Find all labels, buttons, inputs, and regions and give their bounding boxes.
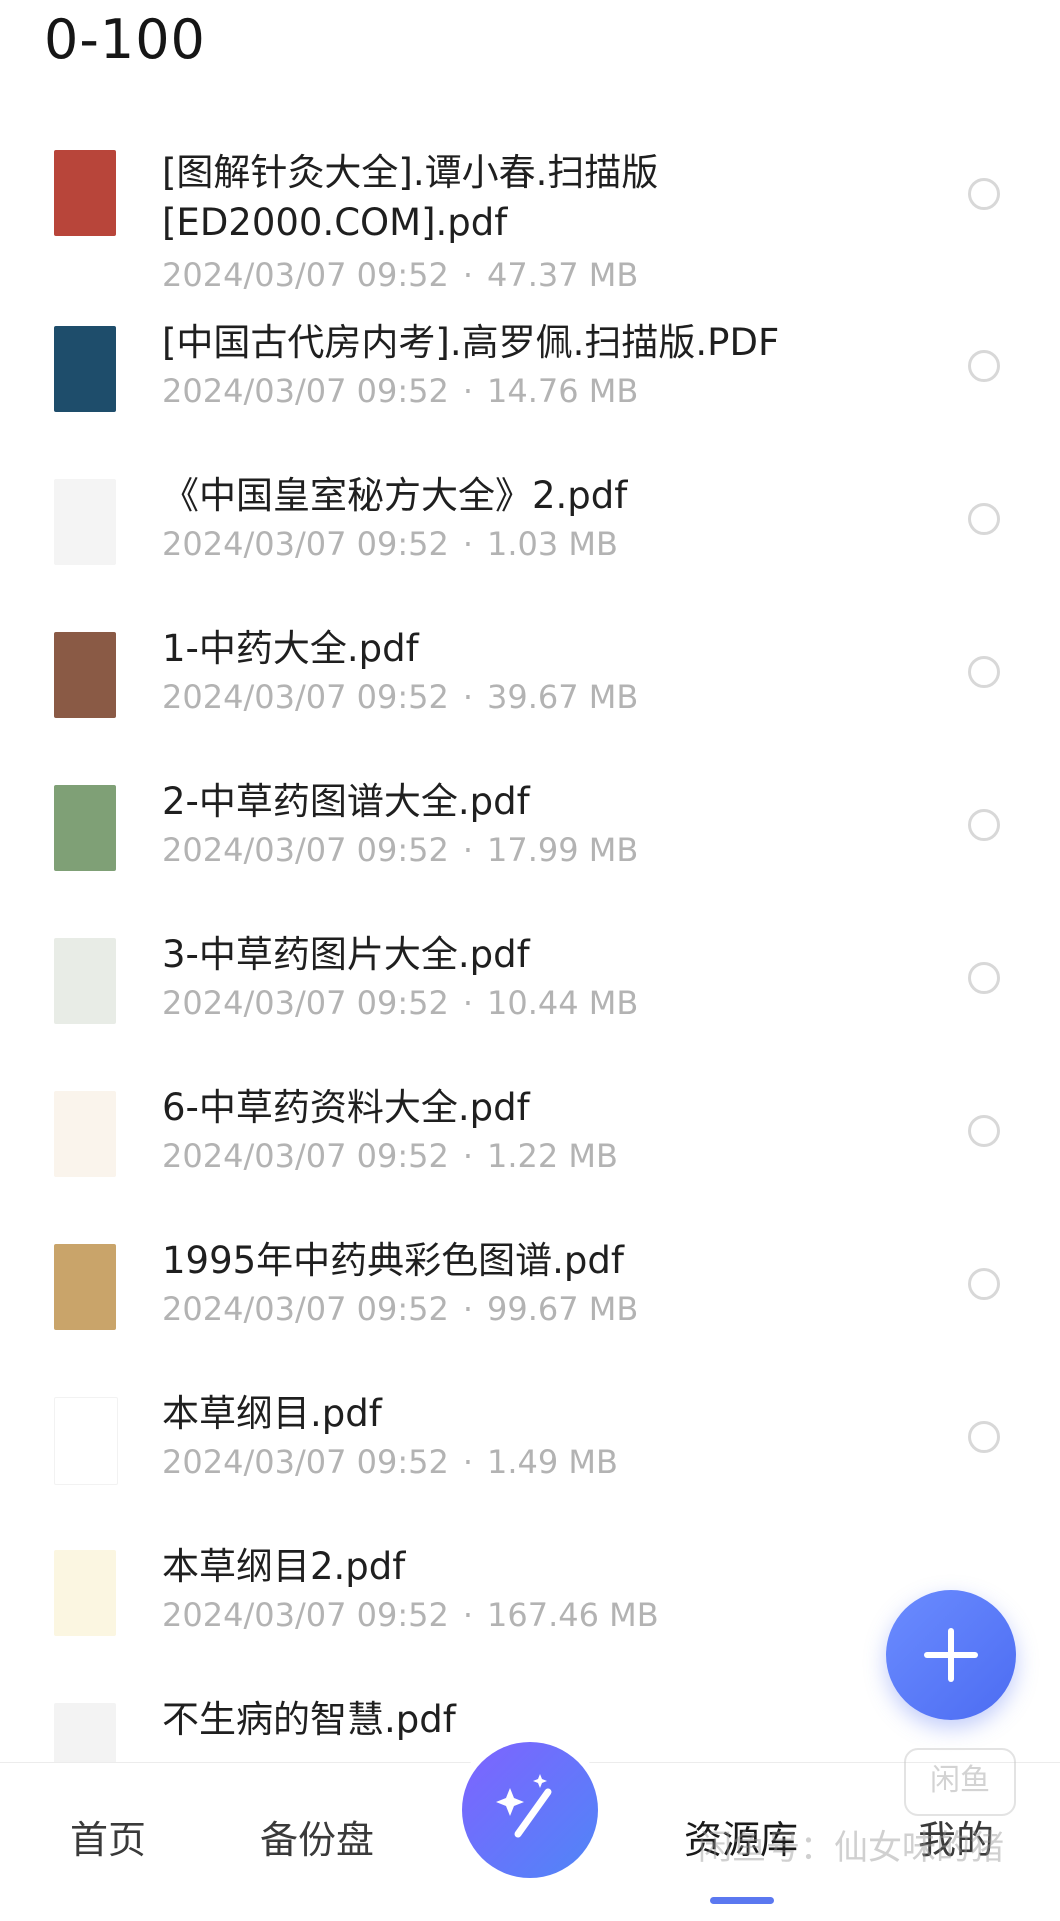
select-radio[interactable] bbox=[968, 503, 1000, 535]
file-meta: 2024/03/07 09:52 · 1.22 MB bbox=[162, 1137, 618, 1175]
file-name: 1-中药大全.pdf bbox=[162, 627, 419, 670]
file-date: 2024/03/07 09:52 bbox=[162, 256, 449, 294]
file-size: 1.22 MB bbox=[487, 1137, 618, 1175]
list-item[interactable]: 本草纲目.pdf 2024/03/07 09:52 · 1.49 MB bbox=[0, 1371, 1060, 1524]
file-meta: 2024/03/07 09:52 · 14.76 MB bbox=[162, 372, 639, 410]
file-thumbnail bbox=[54, 150, 116, 236]
select-radio[interactable] bbox=[968, 656, 1000, 688]
file-date: 2024/03/07 09:52 bbox=[162, 678, 449, 716]
file-thumbnail bbox=[54, 632, 116, 718]
file-name: 1995年中药典彩色图谱.pdf bbox=[162, 1239, 624, 1282]
file-meta: 2024/03/07 09:52 · 99.67 MB bbox=[162, 1290, 639, 1328]
file-meta: 2024/03/07 09:52 · 167.46 MB bbox=[162, 1596, 659, 1634]
file-name: 3-中草药图片大全.pdf bbox=[162, 933, 530, 976]
select-radio[interactable] bbox=[968, 962, 1000, 994]
file-date: 2024/03/07 09:52 bbox=[162, 1596, 449, 1634]
file-date: 2024/03/07 09:52 bbox=[162, 1137, 449, 1175]
file-size: 14.76 MB bbox=[487, 372, 639, 410]
file-name: [图解针灸大全].谭小春.扫描版[ED2000.COM].pdf bbox=[162, 151, 659, 244]
magic-wand-icon bbox=[496, 1774, 552, 1838]
file-thumbnail bbox=[54, 1550, 116, 1636]
file-size: 17.99 MB bbox=[487, 831, 639, 869]
list-item[interactable]: 《中国皇室秘方大全》2.pdf 2024/03/07 09:52 · 1.03 MB bbox=[0, 453, 1060, 606]
select-radio[interactable] bbox=[968, 1115, 1000, 1147]
list-item[interactable]: 1-中药大全.pdf 2024/03/07 09:52 · 39.67 MB bbox=[0, 606, 1060, 759]
magic-wand-button[interactable] bbox=[462, 1742, 598, 1878]
nav-backup[interactable]: 备份盘 bbox=[260, 1809, 374, 1864]
file-meta: 2024/03/07 09:52 · 17.99 MB bbox=[162, 831, 639, 869]
file-date: 2024/03/07 09:52 bbox=[162, 984, 449, 1022]
file-thumbnail bbox=[54, 479, 116, 565]
file-date: 2024/03/07 09:52 bbox=[162, 1443, 449, 1481]
file-meta: 2024/03/07 09:52 · 39.67 MB bbox=[162, 678, 639, 716]
file-meta: 2024/03/07 09:52 · 1.03 MB bbox=[162, 525, 618, 563]
select-radio[interactable] bbox=[968, 178, 1000, 210]
file-meta: 2024/03/07 09:52 · 1.49 MB bbox=[162, 1443, 618, 1481]
list-item[interactable]: 6-中草药资料大全.pdf 2024/03/07 09:52 · 1.22 MB bbox=[0, 1065, 1060, 1218]
active-tab-indicator bbox=[710, 1897, 774, 1904]
file-thumbnail bbox=[54, 1244, 116, 1330]
file-name: [中国古代房内考].高罗佩.扫描版.PDF bbox=[162, 321, 780, 364]
file-meta: 2024/03/07 09:52 · 10.44 MB bbox=[162, 984, 639, 1022]
file-size: 47.37 MB bbox=[487, 256, 639, 294]
select-radio[interactable] bbox=[968, 1268, 1000, 1300]
file-name: 本草纲目.pdf bbox=[162, 1392, 382, 1435]
file-date: 2024/03/07 09:52 bbox=[162, 1290, 449, 1328]
file-thumbnail bbox=[54, 785, 116, 871]
file-date: 2024/03/07 09:52 bbox=[162, 831, 449, 869]
file-date: 2024/03/07 09:52 bbox=[162, 372, 449, 410]
file-name: 6-中草药资料大全.pdf bbox=[162, 1086, 530, 1129]
select-radio[interactable] bbox=[968, 1421, 1000, 1453]
select-radio[interactable] bbox=[968, 809, 1000, 841]
list-item[interactable]: 3-中草药图片大全.pdf 2024/03/07 09:52 · 10.44 MB bbox=[0, 912, 1060, 1065]
page-title: 0-100 bbox=[44, 8, 206, 71]
watermark-logo: 闲鱼 bbox=[904, 1748, 1016, 1816]
add-button[interactable] bbox=[886, 1590, 1016, 1720]
file-size: 167.46 MB bbox=[487, 1596, 659, 1634]
list-item[interactable]: 1995年中药典彩色图谱.pdf 2024/03/07 09:52 · 99.67 … bbox=[0, 1218, 1060, 1371]
file-thumbnail bbox=[54, 938, 116, 1024]
file-size: 99.67 MB bbox=[487, 1290, 639, 1328]
select-radio[interactable] bbox=[968, 350, 1000, 382]
file-name: 本草纲目2.pdf bbox=[162, 1545, 406, 1588]
file-thumbnail bbox=[54, 1091, 116, 1177]
file-name: 2-中草药图谱大全.pdf bbox=[162, 780, 530, 823]
list-item[interactable]: [中国古代房内考].高罗佩.扫描版.PDF 2024/03/07 09:52 · 1… bbox=[0, 300, 1060, 453]
file-size: 1.49 MB bbox=[487, 1443, 618, 1481]
file-thumbnail bbox=[54, 326, 116, 412]
file-name: 《中国皇室秘方大全》2.pdf bbox=[162, 474, 628, 517]
watermark-text: 闲鱼号：仙女味的猪 bbox=[698, 1828, 1004, 1868]
list-item[interactable]: 2-中草药图谱大全.pdf 2024/03/07 09:52 · 17.99 MB bbox=[0, 759, 1060, 912]
file-name: 不生病的智慧.pdf bbox=[162, 1698, 456, 1741]
nav-home[interactable]: 首页 bbox=[70, 1809, 146, 1864]
file-list: [图解针灸大全].谭小春.扫描版[ED2000.COM].pdf 2024/03… bbox=[0, 130, 1060, 1830]
file-size: 10.44 MB bbox=[487, 984, 639, 1022]
file-date: 2024/03/07 09:52 bbox=[162, 525, 449, 563]
file-thumbnail bbox=[54, 1397, 118, 1485]
file-size: 39.67 MB bbox=[487, 678, 639, 716]
file-size: 1.03 MB bbox=[487, 525, 618, 563]
file-meta: 2024/03/07 09:52 · 47.37 MB bbox=[162, 256, 639, 294]
list-item[interactable]: [图解针灸大全].谭小春.扫描版[ED2000.COM].pdf 2024/03… bbox=[0, 130, 1060, 300]
